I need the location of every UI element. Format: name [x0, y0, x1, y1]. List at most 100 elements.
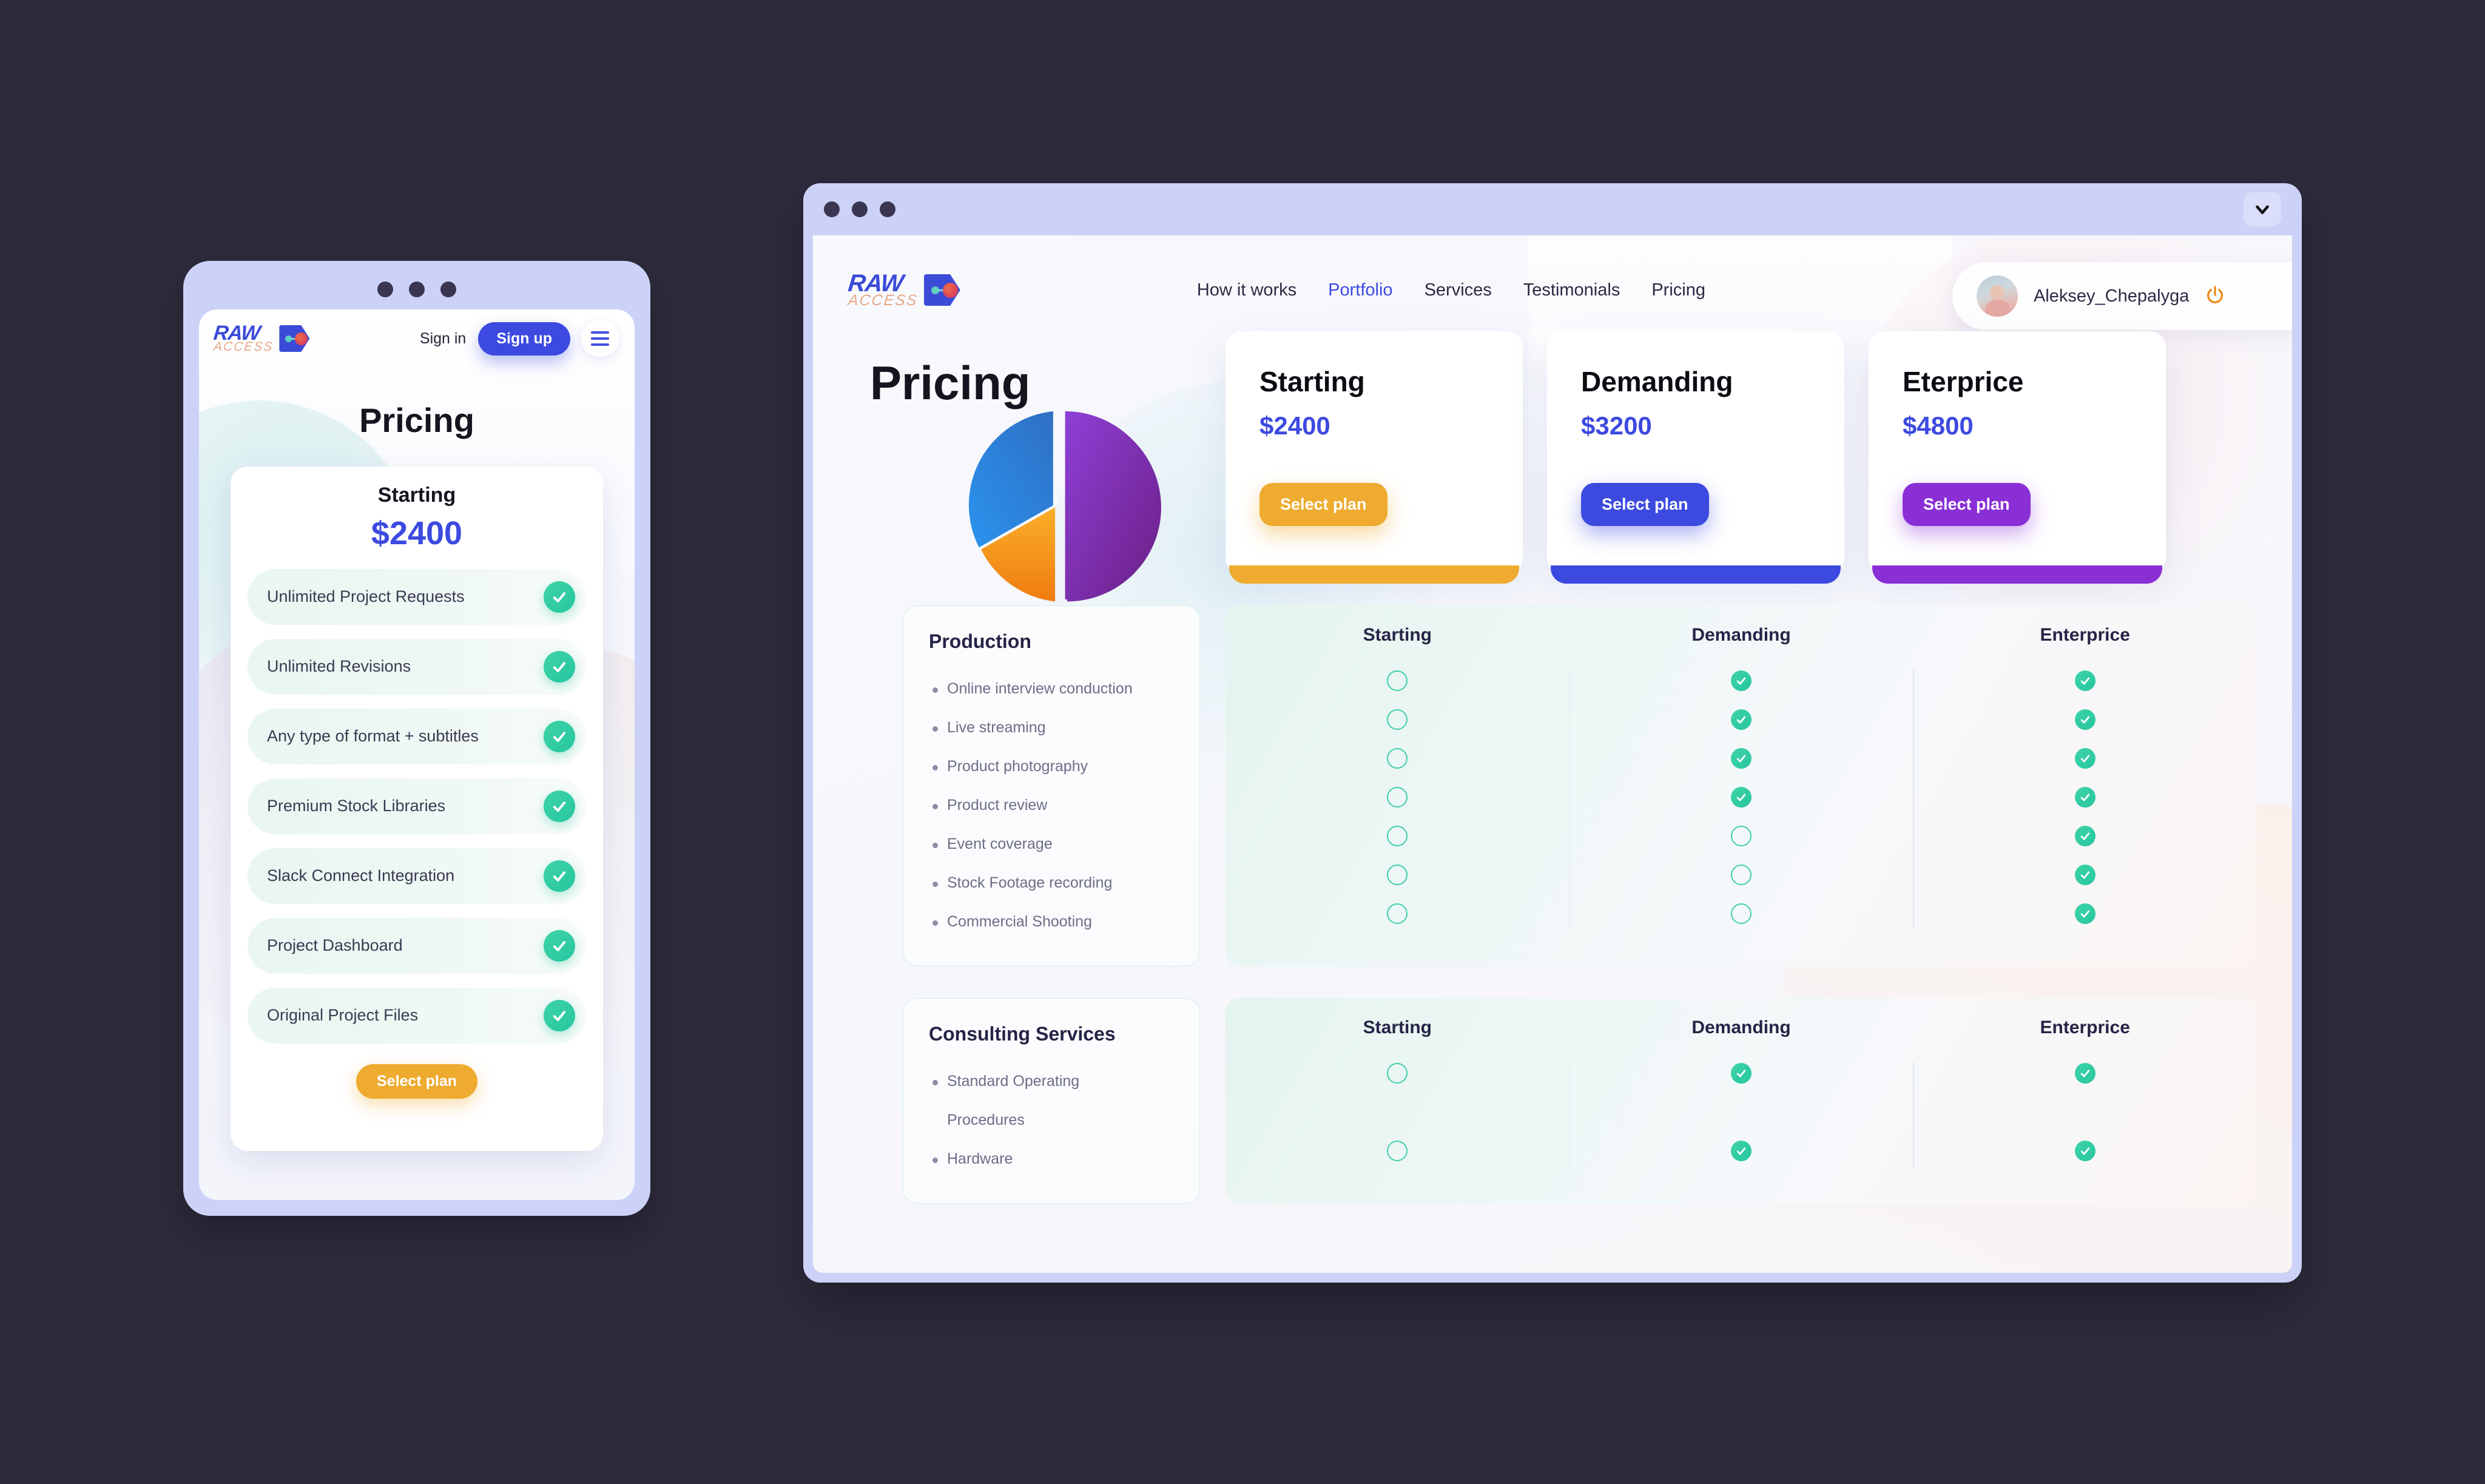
brand-logo-text: RAW ACCESS: [212, 322, 274, 354]
section-title: Production: [929, 630, 1031, 652]
mobile-screen: RAW ACCESS Sign in Sign up Pricing Start…: [199, 309, 635, 1200]
dot-1: [377, 282, 393, 297]
user-menu[interactable]: Aleksey_Chepalyga: [1952, 262, 2292, 330]
matrix-cell: [1913, 739, 2257, 778]
matrix-cell: [1570, 700, 1913, 739]
matrix-cell-empty: [1913, 1093, 2257, 1132]
section-feature-list: Consulting Services Standard Operating Pro…: [903, 998, 1200, 1204]
comparison-tables: Production Online interview conduction Liv…: [813, 605, 2292, 1204]
check-icon: [2074, 787, 2096, 808]
nav-item-how-it-works[interactable]: How it works: [1197, 280, 1296, 300]
empty-circle-icon: [1387, 903, 1408, 924]
mobile-feature-row: Any type of format + subtitles: [248, 709, 586, 764]
chevron-down-icon[interactable]: [2244, 192, 2281, 226]
table-section-production: Production Online interview conduction Liv…: [813, 605, 2292, 966]
matrix-column-header: Demanding: [1691, 625, 1791, 645]
plan-price: $4800: [1903, 411, 1974, 440]
check-icon: [2074, 748, 2096, 769]
empty-circle-icon: [1387, 865, 1408, 885]
plan-name: Eterprice: [1903, 366, 2024, 397]
mobile-feature-label: Unlimited Project Requests: [267, 587, 465, 606]
matrix-column-enterprice: Enterprice: [1913, 1017, 2257, 1170]
matrix-cell: [1226, 817, 1570, 855]
power-icon[interactable]: [2205, 285, 2225, 308]
select-plan-button[interactable]: Select plan: [1581, 483, 1709, 526]
matrix-cell: [1913, 1132, 2257, 1170]
matrix-cell: [1570, 661, 1913, 700]
empty-circle-icon: [1387, 1141, 1408, 1161]
mobile-feature-row: Slack Connect Integration: [248, 848, 586, 904]
hero-left: Pricing: [870, 345, 1222, 602]
brand-logo-access: ACCESS: [212, 339, 274, 354]
mobile-plan-name: Starting: [377, 484, 456, 507]
window-dot-2[interactable]: [852, 201, 868, 217]
mobile-feature-label: Original Project Files: [267, 1006, 419, 1025]
brand-logo-text: RAW ACCESS: [847, 270, 919, 309]
plan-card-list: Starting $2400 Select plan Demanding $3200 Se…: [1226, 331, 2166, 584]
mobile-status-dots: [183, 282, 650, 297]
check-icon: [544, 651, 575, 683]
matrix-cell: [1913, 817, 2257, 855]
mobile-page-title: Pricing: [359, 401, 474, 439]
check-icon: [1731, 787, 1752, 808]
nav-item-testimonials[interactable]: Testimonials: [1523, 280, 1620, 300]
select-plan-button[interactable]: Select plan: [1259, 483, 1387, 526]
dot-3: [440, 282, 456, 297]
check-icon: [544, 791, 575, 822]
feature-label: Standard Operating: [929, 1062, 1199, 1101]
section-plan-matrix: Starting Demanding Enterprice: [1226, 605, 2257, 966]
matrix-cell: [1913, 661, 2257, 700]
feature-label: Event coverage: [929, 825, 1199, 864]
feature-label: Stock Footage recording: [929, 864, 1199, 903]
pricing-hero: Pricing Starting $2400 Select plan Deman…: [813, 331, 2292, 602]
main-navigation: How it works Portfolio Services Testimonial…: [1197, 280, 1705, 300]
matrix-cell: [1226, 778, 1570, 817]
check-icon: [544, 1000, 575, 1031]
sign-up-button[interactable]: Sign up: [478, 322, 570, 356]
feature-label: Product review: [929, 786, 1199, 825]
matrix-column-header: Enterprice: [2040, 1017, 2130, 1037]
sign-in-link[interactable]: Sign in: [420, 330, 466, 348]
matrix-cell: [1226, 855, 1570, 894]
matrix-cell: [1913, 778, 2257, 817]
check-icon: [1731, 709, 1752, 730]
matrix-cell: [1226, 661, 1570, 700]
mobile-feature-row: Unlimited Project Requests: [248, 569, 586, 625]
mobile-select-plan-button[interactable]: Select plan: [356, 1064, 477, 1099]
check-icon: [544, 581, 575, 613]
hamburger-icon[interactable]: [581, 320, 619, 357]
nav-item-services[interactable]: Services: [1425, 280, 1492, 300]
feature-label: Hardware: [929, 1140, 1199, 1179]
matrix-column-enterprice: Enterprice: [1913, 625, 2257, 933]
brand-logo[interactable]: RAW ACCESS: [212, 322, 310, 354]
check-icon: [2074, 826, 2096, 846]
select-plan-button[interactable]: Select plan: [1903, 483, 2031, 526]
matrix-column-header: Starting: [1363, 625, 1432, 645]
matrix-column-header: Starting: [1363, 1017, 1432, 1037]
mobile-topbar: RAW ACCESS Sign in Sign up: [199, 309, 635, 368]
window-dot-3[interactable]: [880, 201, 895, 217]
table-section-consulting-services: Consulting Services Standard Operating Pro…: [813, 998, 2292, 1204]
mobile-plan-card: Starting $2400 Unlimited Project Request…: [231, 467, 603, 1151]
feature-label: Procedures: [947, 1111, 1025, 1129]
plan-card-demanding: Demanding $3200 Select plan: [1547, 331, 1844, 584]
window-dot-1[interactable]: [824, 201, 840, 217]
check-icon: [2074, 670, 2096, 691]
mobile-feature-label: Any type of format + subtitles: [267, 727, 479, 746]
matrix-column-starting: Starting: [1226, 1017, 1570, 1170]
matrix-cell: [1570, 778, 1913, 817]
avatar: [1977, 275, 2018, 317]
nav-item-portfolio[interactable]: Portfolio: [1328, 280, 1392, 300]
window-traffic-lights: [824, 201, 895, 217]
matrix-cell: [1226, 1054, 1570, 1093]
check-icon: [544, 721, 575, 752]
matrix-column-starting: Starting: [1226, 625, 1570, 933]
brand-logo-access: ACCESS: [847, 291, 919, 309]
mobile-feature-row: Original Project Files: [248, 988, 586, 1044]
empty-circle-icon: [1387, 709, 1408, 730]
nav-item-pricing[interactable]: Pricing: [1651, 280, 1705, 300]
brand-logo[interactable]: RAW ACCESS: [847, 270, 960, 309]
check-icon: [2074, 1141, 2096, 1161]
check-icon: [2074, 865, 2096, 885]
empty-circle-icon: [1387, 826, 1408, 846]
